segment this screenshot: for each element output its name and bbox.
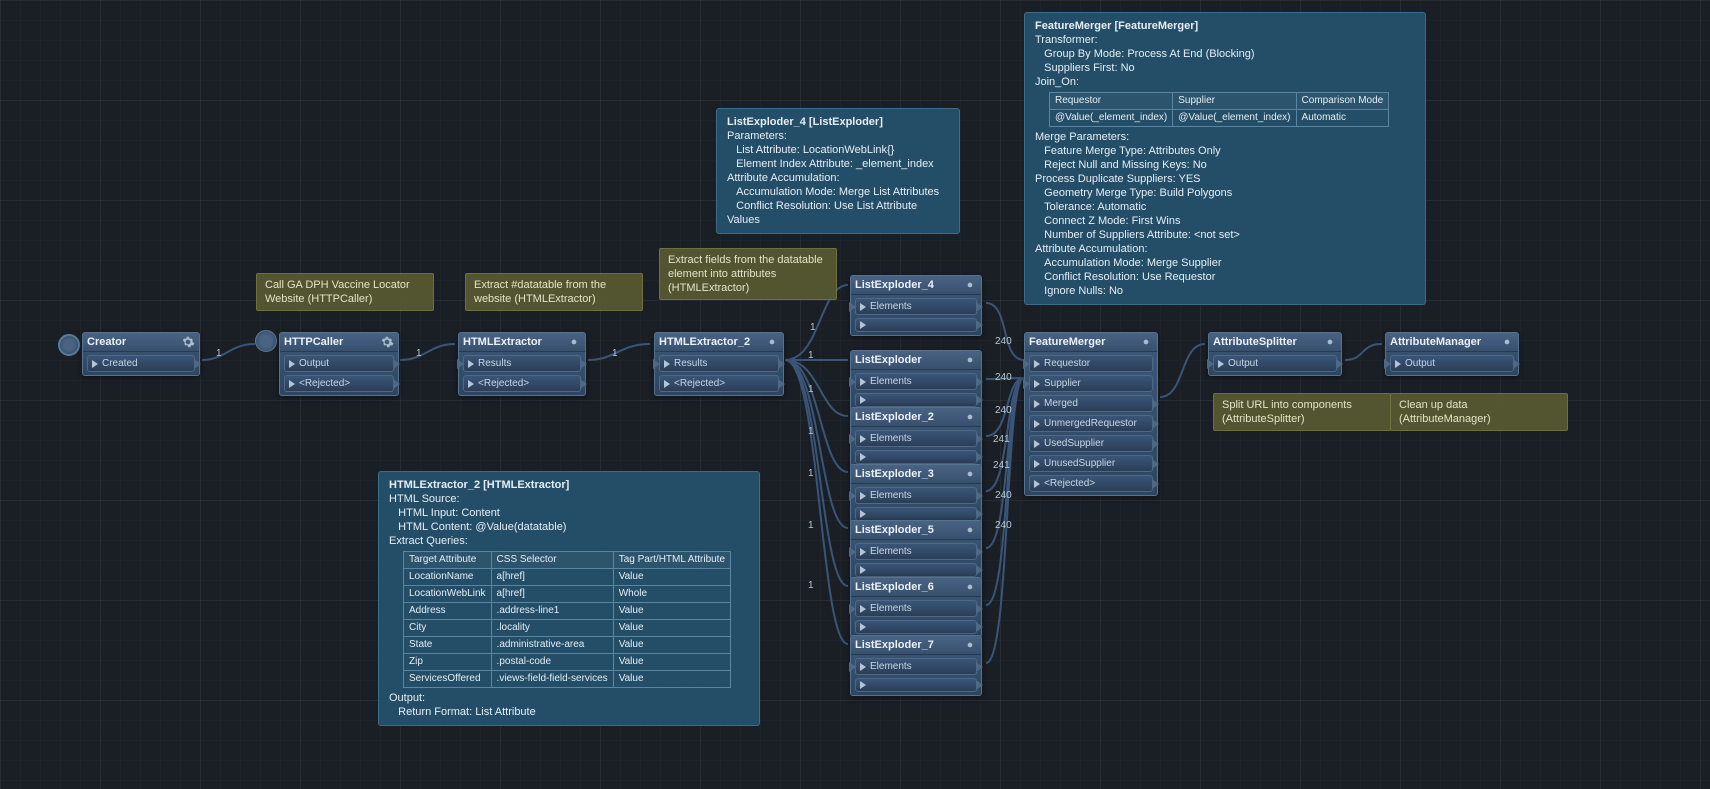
edge-count: 1	[808, 520, 814, 531]
htmlext2-title: HTMLExtractor_2	[659, 336, 750, 348]
tooltip-listexploder4: ListExploder_4 [ListExploder] Parameters…	[716, 108, 960, 234]
gear-icon[interactable]	[963, 353, 977, 367]
port-usedsup[interactable]: UsedSupplier	[1029, 435, 1153, 452]
port-elements[interactable]: Elements	[855, 298, 977, 315]
htmlextractor-node[interactable]: HTMLExtractor Results <Rejected>	[458, 332, 586, 396]
port-rejected[interactable]: <Rejected>	[463, 375, 581, 392]
tooltip-featuremerger: FeatureMerger [FeatureMerger] Transforme…	[1024, 12, 1426, 305]
annotation-httpcaller: Call GA DPH Vaccine Locator Website (HTT…	[256, 273, 434, 311]
port-elements[interactable]: Elements	[855, 373, 977, 390]
gear-icon[interactable]	[963, 638, 977, 652]
as-title: AttributeSplitter	[1213, 336, 1297, 348]
gear-icon[interactable]	[963, 278, 977, 292]
annotation-attrsplitter: Split URL into components (AttributeSpli…	[1213, 393, 1391, 431]
gear-icon[interactable]	[380, 335, 394, 349]
port-elements[interactable]: Elements	[855, 487, 977, 504]
node-title: ListExploder	[855, 354, 922, 366]
port-elements[interactable]: Elements	[855, 430, 977, 447]
gear-icon[interactable]	[1323, 335, 1337, 349]
port-rejected[interactable]	[855, 563, 977, 577]
node-title: ListExploder_5	[855, 524, 934, 536]
edge-count: 1	[808, 384, 814, 395]
edge-count: 1	[416, 348, 422, 359]
listexploder_7-node[interactable]: ListExploder_7 Elements	[850, 635, 982, 696]
port-created[interactable]: Created	[87, 355, 195, 372]
node-title: ListExploder_4	[855, 279, 934, 291]
port-merged[interactable]: Merged	[1029, 395, 1153, 412]
edge-count: 1	[216, 348, 222, 359]
edge-count: 1	[810, 322, 816, 333]
port-output[interactable]: Output	[1213, 355, 1337, 372]
attributesplitter-node[interactable]: AttributeSplitter Output	[1208, 332, 1342, 376]
gear-icon[interactable]	[765, 335, 779, 349]
edge-count: 1	[808, 468, 814, 479]
port-elements[interactable]: Elements	[855, 543, 977, 560]
gear-icon[interactable]	[963, 580, 977, 594]
listexploder_4-node[interactable]: ListExploder_4 Elements	[850, 275, 982, 336]
port-output[interactable]: Output	[1390, 355, 1514, 372]
edge-count: 241	[993, 434, 1010, 445]
edge-count: 240	[995, 372, 1012, 383]
gear-icon[interactable]	[181, 335, 195, 349]
edge-count: 240	[995, 520, 1012, 531]
gear-icon[interactable]	[1500, 335, 1514, 349]
htmlext-title: HTMLExtractor	[463, 336, 542, 348]
attributemanager-node[interactable]: AttributeManager Output	[1385, 332, 1519, 376]
port-results[interactable]: Results	[463, 355, 581, 372]
annotation-htmlext1: Extract #datatable from the website (HTM…	[465, 273, 643, 311]
port-rejected[interactable]	[855, 450, 977, 464]
httpcaller-title: HTTPCaller	[284, 336, 343, 348]
edge-count: 240	[995, 336, 1012, 347]
tooltip-htmlextractor2: HTMLExtractor_2 [HTMLExtractor] HTML Sou…	[378, 471, 760, 726]
edge-count: 1	[808, 426, 814, 437]
creator-icon	[58, 334, 84, 359]
port-rejected[interactable]	[855, 620, 977, 634]
edge-count: 1	[808, 350, 814, 361]
port-supplier[interactable]: Supplier	[1029, 375, 1153, 392]
port-rejected[interactable]: <Rejected>	[1029, 475, 1153, 492]
listexploder-node[interactable]: ListExploder Elements	[850, 350, 982, 411]
am-title: AttributeManager	[1390, 336, 1481, 348]
listexploder_3-node[interactable]: ListExploder_3 Elements	[850, 464, 982, 525]
port-rejected[interactable]	[855, 393, 977, 407]
edge-count: 240	[995, 490, 1012, 501]
gear-icon[interactable]	[963, 467, 977, 481]
annotation-attrmanager: Clean up data (AttributeManager)	[1390, 393, 1568, 431]
listexploder_2-node[interactable]: ListExploder_2 Elements	[850, 407, 982, 468]
port-unmerged[interactable]: UnmergedRequestor	[1029, 415, 1153, 432]
edge-count: 1	[808, 580, 814, 591]
httpcaller-icon	[255, 330, 277, 355]
edge-count: 241	[993, 460, 1010, 471]
creator-node[interactable]: Creator Created	[82, 332, 200, 376]
featuremerger-node[interactable]: FeatureMerger Requestor Supplier Merged …	[1024, 332, 1158, 496]
port-output[interactable]: Output	[284, 355, 394, 372]
port-unusedsup[interactable]: UnusedSupplier	[1029, 455, 1153, 472]
node-title: ListExploder_3	[855, 468, 934, 480]
port-rejected[interactable]	[855, 678, 977, 692]
port-rejected[interactable]: <Rejected>	[284, 375, 394, 392]
port-requestor[interactable]: Requestor	[1029, 355, 1153, 372]
node-title: ListExploder_6	[855, 581, 934, 593]
port-elements[interactable]: Elements	[855, 658, 977, 675]
edge-count: 1	[612, 348, 618, 359]
node-title: ListExploder_7	[855, 639, 934, 651]
listexploder_6-node[interactable]: ListExploder_6 Elements	[850, 577, 982, 638]
port-rejected[interactable]: <Rejected>	[659, 375, 779, 392]
listexploder_5-node[interactable]: ListExploder_5 Elements	[850, 520, 982, 581]
port-results[interactable]: Results	[659, 355, 779, 372]
annotation-htmlext2: Extract fields from the datatable elemen…	[659, 248, 837, 300]
port-rejected[interactable]	[855, 318, 977, 332]
gear-icon[interactable]	[963, 523, 977, 537]
port-rejected[interactable]	[855, 507, 977, 521]
edge-count: 240	[995, 405, 1012, 416]
httpcaller-node[interactable]: HTTPCaller Output <Rejected>	[279, 332, 399, 396]
gear-icon[interactable]	[1139, 335, 1153, 349]
featuremerger-title: FeatureMerger	[1029, 336, 1105, 348]
node-title: ListExploder_2	[855, 411, 934, 423]
gear-icon[interactable]	[963, 410, 977, 424]
port-elements[interactable]: Elements	[855, 600, 977, 617]
creator-title: Creator	[87, 336, 126, 348]
htmlextractor2-node[interactable]: HTMLExtractor_2 Results <Rejected>	[654, 332, 784, 396]
gear-icon[interactable]	[567, 335, 581, 349]
